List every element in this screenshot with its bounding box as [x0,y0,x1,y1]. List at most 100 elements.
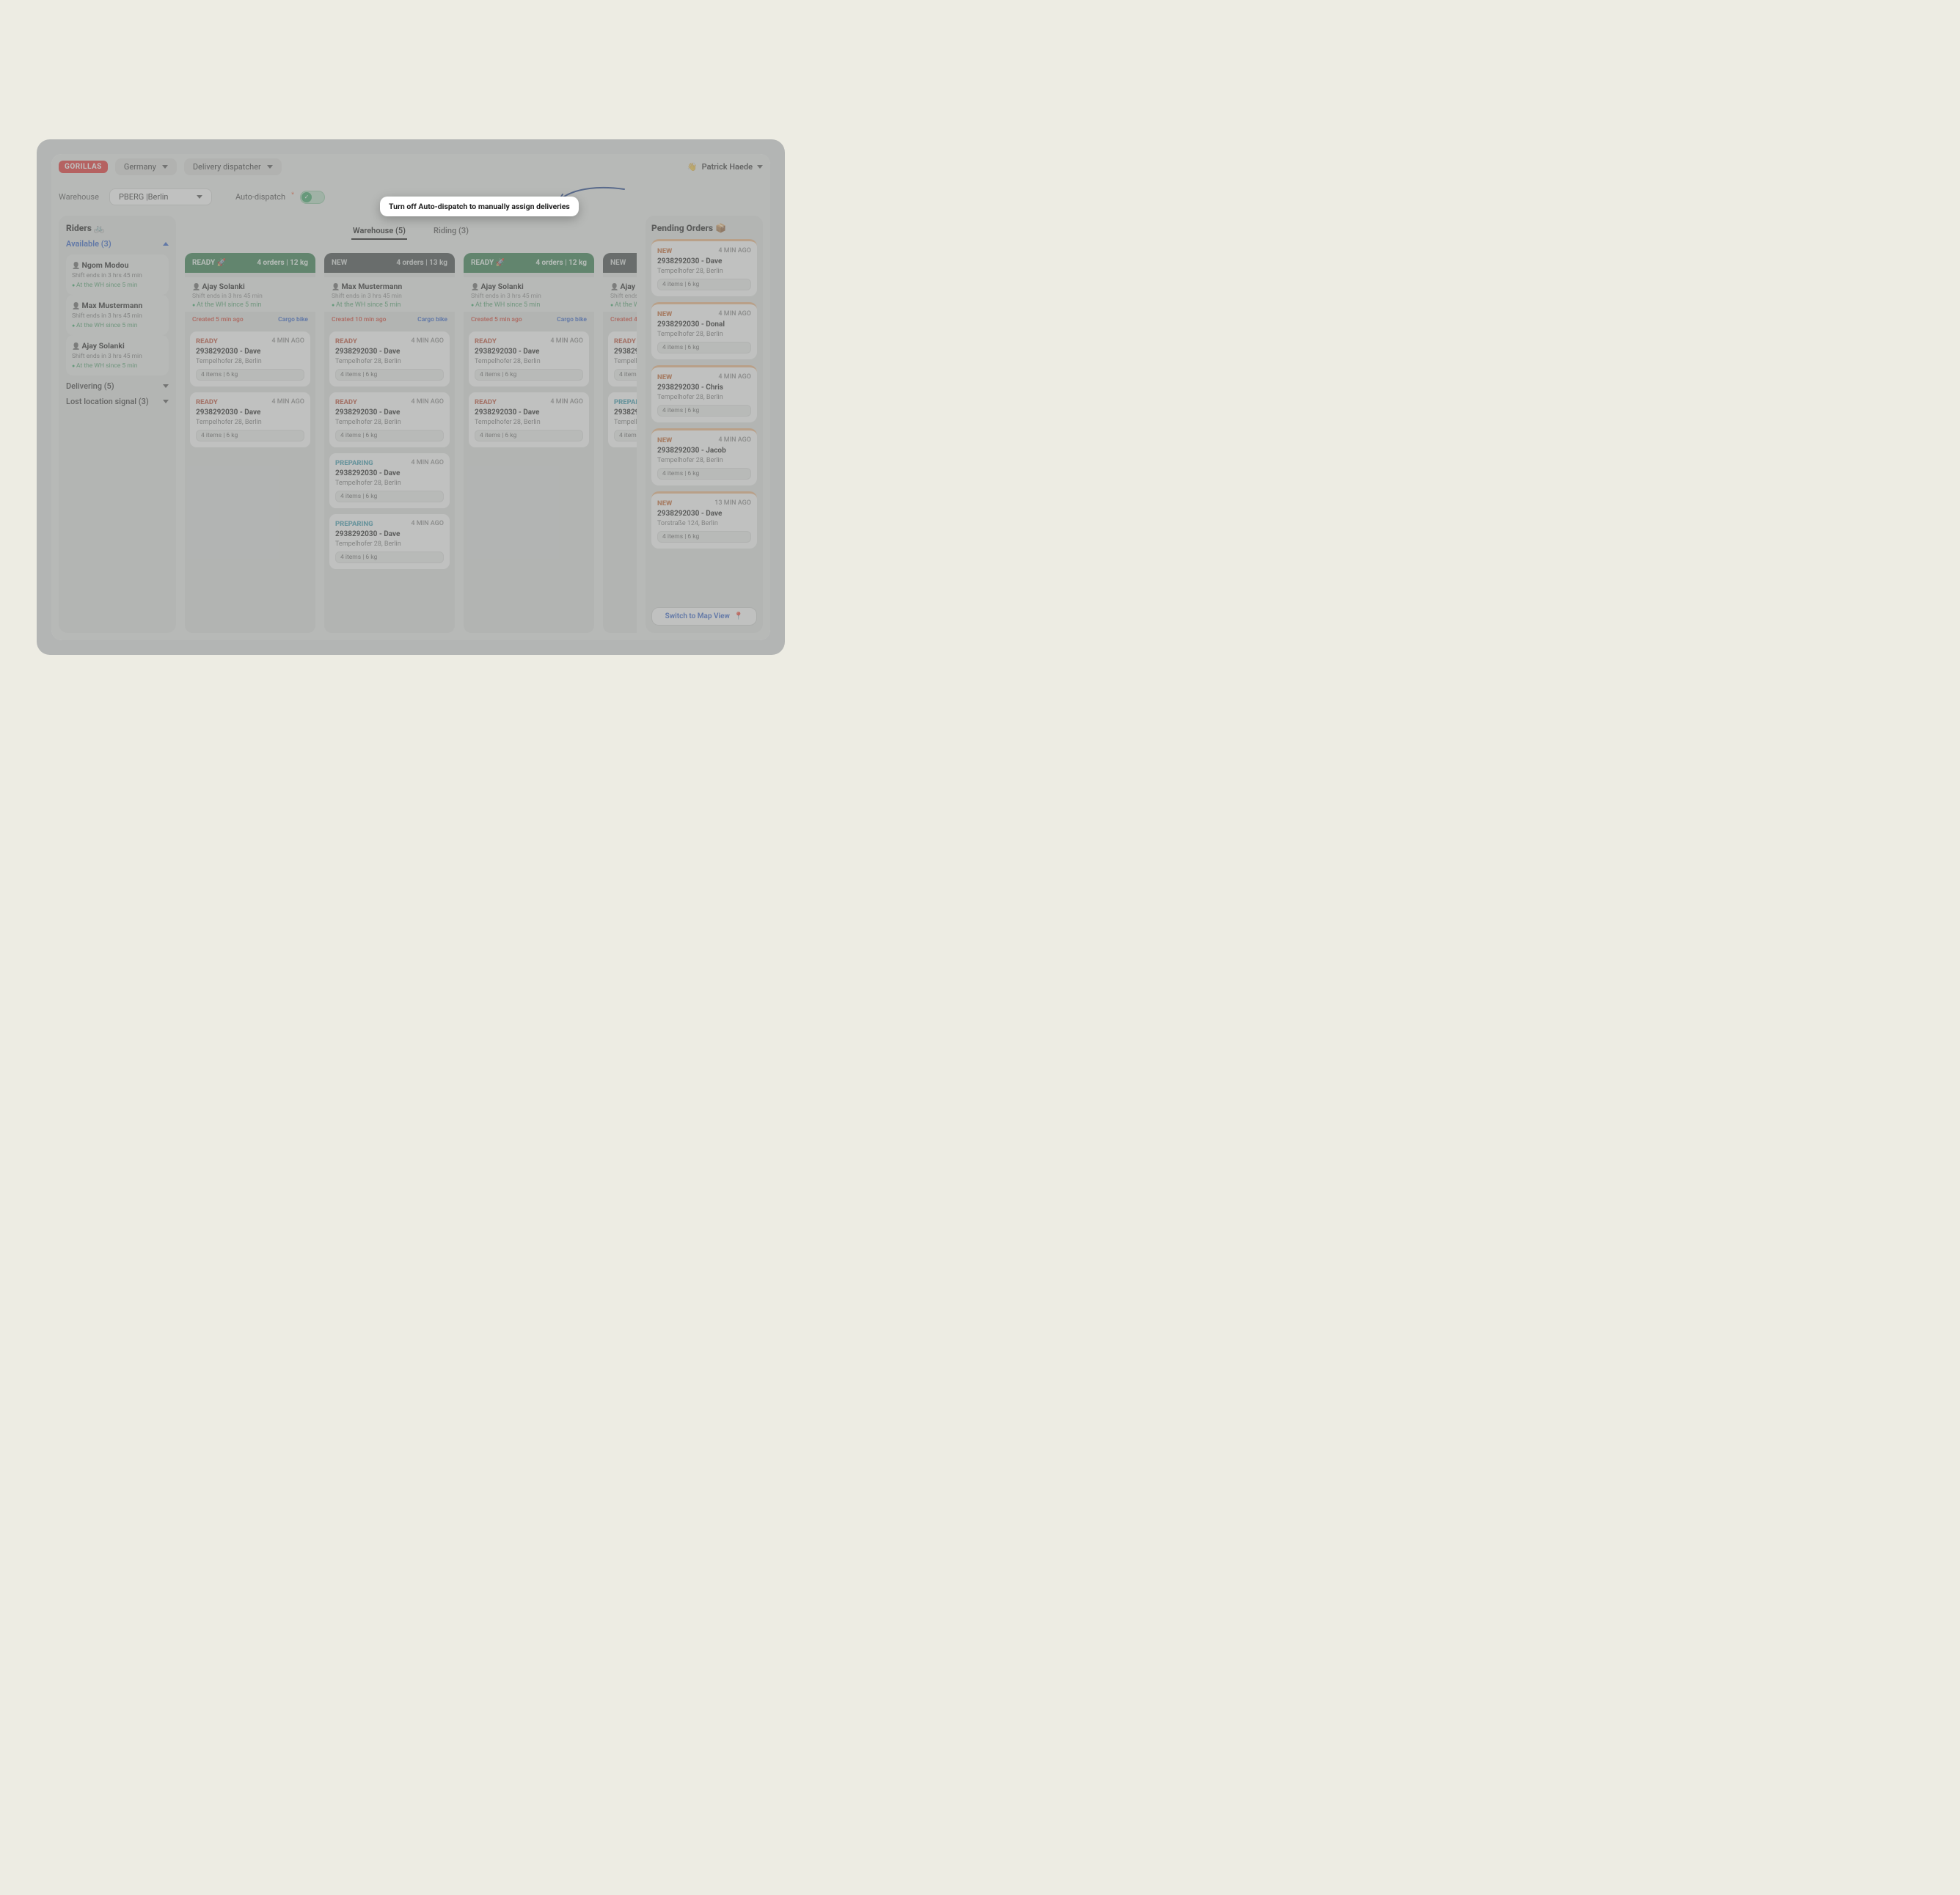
order-header: READY4 min ago [475,337,583,345]
chevron-down-icon [162,165,168,169]
order-badge: 4 items | 6 kg [335,491,444,502]
board-tabs: Warehouse (5) Riding (3) [185,216,637,247]
riders-title: Riders 🚲 [66,223,169,233]
pending-address: Torstraße 124, Berlin [657,520,751,527]
dispatch-column: NEW4 oAjay SolankiShift ends in 3 hrs 45… [603,253,637,633]
pending-address: Tempelhofer 28, Berlin [657,457,751,464]
brand-logo: GORILLAS [59,161,108,173]
order-address: Tempelhofer 28, Berlin [614,358,637,365]
tab-warehouse[interactable]: Warehouse (5) [351,223,407,240]
column-rider-name: Ajay Solanki [610,282,637,291]
tab-riding[interactable]: Riding (3) [432,223,470,240]
rider-card[interactable]: Max MustermannShift ends in 3 hrs 45 min… [66,295,169,335]
pending-order-card[interactable]: NEW13 min ago2938292030 - DaveTorstraße … [651,491,757,549]
lost-label: Lost location signal (3) [66,397,149,406]
column-vehicle: Cargo bike [278,316,308,323]
pending-status: NEW [657,310,672,318]
column-rider-name: Ajay Solanki [471,282,587,291]
order-title: 2938292030 - Dave [196,348,304,356]
user-name: Patrick Haede [702,162,753,172]
order-card[interactable]: PREPARING4 min ago2938292030 - DaveTempe… [329,513,450,570]
pending-badge: 4 items | 6 kg [657,342,751,353]
order-status: READY [196,398,218,406]
auto-dispatch-control: Auto-dispatch* [235,191,325,204]
order-card[interactable]: READY4 min ago2938292030 - DaveTempelhof… [329,392,450,448]
order-header: READY4 min ago [196,337,304,345]
dispatch-board: Warehouse (5) Riding (3) READY 🚀4 orders… [185,216,637,633]
column-vehicle: Cargo bike [557,316,587,323]
switch-map-view-button[interactable]: Switch to Map View 📍 [651,607,757,626]
order-card[interactable]: PREPARING2938292030 - DaveTempelhofer 28… [607,392,637,448]
order-time: 4 min ago [550,337,583,345]
pending-order-card[interactable]: NEW4 min ago2938292030 - DaveTempelhofer… [651,239,757,296]
pending-time: 13 min ago [714,499,751,507]
dispatch-column: NEW4 orders | 13 kgMax MustermannShift e… [324,253,455,633]
pending-status: NEW [657,373,672,381]
column-rider: Ajay SolankiShift ends in 3 hrs 45 minAt… [185,277,315,312]
column-rider-shift: Shift ends in 3 hrs 45 min [332,293,447,300]
order-card[interactable]: READY4 min ago 2938292030 - Dave Tempelhof… [189,331,311,387]
rider-card[interactable]: Ngom ModouShift ends in 3 hrs 45 minAt t… [66,254,169,295]
user-menu[interactable]: 👋 Patrick Haede [687,162,763,172]
app-window: GORILLAS Germany Delivery dispatcher 👋 P… [51,154,770,640]
order-card[interactable]: READY4 min ago2938292030 - DaveTempelhof… [468,331,590,387]
pending-header: NEW4 min ago [657,310,751,318]
riders-available-accordion[interactable]: Available (3) [66,239,169,249]
riders-lost-accordion[interactable]: Lost location signal (3) [66,397,169,406]
pending-badge: 4 items | 6 kg [657,531,751,543]
country-dropdown[interactable]: Germany [115,158,177,175]
rider-shift: Shift ends in 3 hrs 45 min [72,312,163,320]
order-status: READY [335,337,357,345]
column-created: Created 5 min ago [192,316,244,323]
column-summary: 4 orders | 13 kg [396,259,447,267]
order-card[interactable]: PREPARING4 min ago2938292030 - DaveTempe… [329,452,450,509]
order-address: Tempelhofer 28, Berlin [196,358,304,365]
pending-time: 4 min ago [718,436,751,444]
pending-title: Pending Orders 📦 [651,223,757,233]
chevron-down-icon [163,400,169,403]
chevron-down-icon [267,165,273,169]
order-badge: 4 items | 6 kg [196,430,304,441]
warehouse-label: Warehouse [59,192,99,202]
rider-status: At the WH since 5 min [72,322,163,329]
column-rider-name: Ajay Solanki [192,282,308,291]
riders-delivering-accordion[interactable]: Delivering (5) [66,381,169,391]
column-created: Created 4 min ago [610,316,637,323]
order-time: 4 min ago [271,398,304,406]
pending-header: NEW4 min ago [657,436,751,444]
order-card[interactable]: READY4 min ago2938292030 - DaveTempelhof… [189,392,311,448]
column-rider-status: At the WH since 5 min [192,301,308,309]
rider-card[interactable]: Ajay SolankiShift ends in 3 hrs 45 minAt… [66,335,169,375]
role-dropdown[interactable]: Delivery dispatcher [184,158,282,175]
auto-dispatch-toggle[interactable] [300,191,325,204]
order-card[interactable]: READY4 min ago2938292030 - DaveTempelhof… [468,392,590,448]
column-rider-name: Max Mustermann [332,282,447,291]
wave-icon: 👋 [687,162,698,172]
pending-header: NEW4 min ago [657,373,751,381]
chevron-down-icon [197,195,202,199]
order-title: 2938292030 - Dave [475,408,583,417]
pending-order-card[interactable]: NEW4 min ago2938292030 - DonalTempelhofe… [651,302,757,359]
pending-order-card[interactable]: NEW4 min ago2938292030 - JacobTempelhofe… [651,428,757,485]
order-time: 4 min ago [411,337,444,345]
order-status: PREPARING [335,459,373,467]
main-content: Riders 🚲 Available (3) Ngom ModouShift e… [51,210,770,640]
pending-order-card[interactable]: NEW4 min ago2938292030 - ChrisTempelhofe… [651,365,757,422]
chevron-down-icon [163,384,169,388]
warehouse-select[interactable]: PBERG |Berlin [109,188,212,205]
order-time: 4 min ago [550,398,583,406]
order-header: PREPARING [614,398,637,406]
order-address: Tempelhofer 28, Berlin [196,419,304,426]
riders-panel: Riders 🚲 Available (3) Ngom ModouShift e… [59,216,176,633]
column-status: READY 🚀 [471,259,505,267]
column-vehicle: Cargo bike [417,316,447,323]
column-rider: Ajay SolankiShift ends in 3 hrs 45 minAt… [464,277,594,312]
topbar: GORILLAS Germany Delivery dispatcher 👋 P… [51,154,770,180]
dispatch-column: READY 🚀4 orders | 12 kgAjay SolankiShift… [185,253,315,633]
order-card[interactable]: READY4 min ago2938292030 - DaveTempelhof… [329,331,450,387]
order-header: READY4 min ago [335,398,444,406]
role-value: Delivery dispatcher [193,162,261,172]
rider-name: Ajay Solanki [72,341,163,351]
order-card[interactable]: READY2938292030 - DaveTempelhofer 28, Be… [607,331,637,387]
column-header: READY 🚀4 orders | 12 kg [464,253,594,273]
